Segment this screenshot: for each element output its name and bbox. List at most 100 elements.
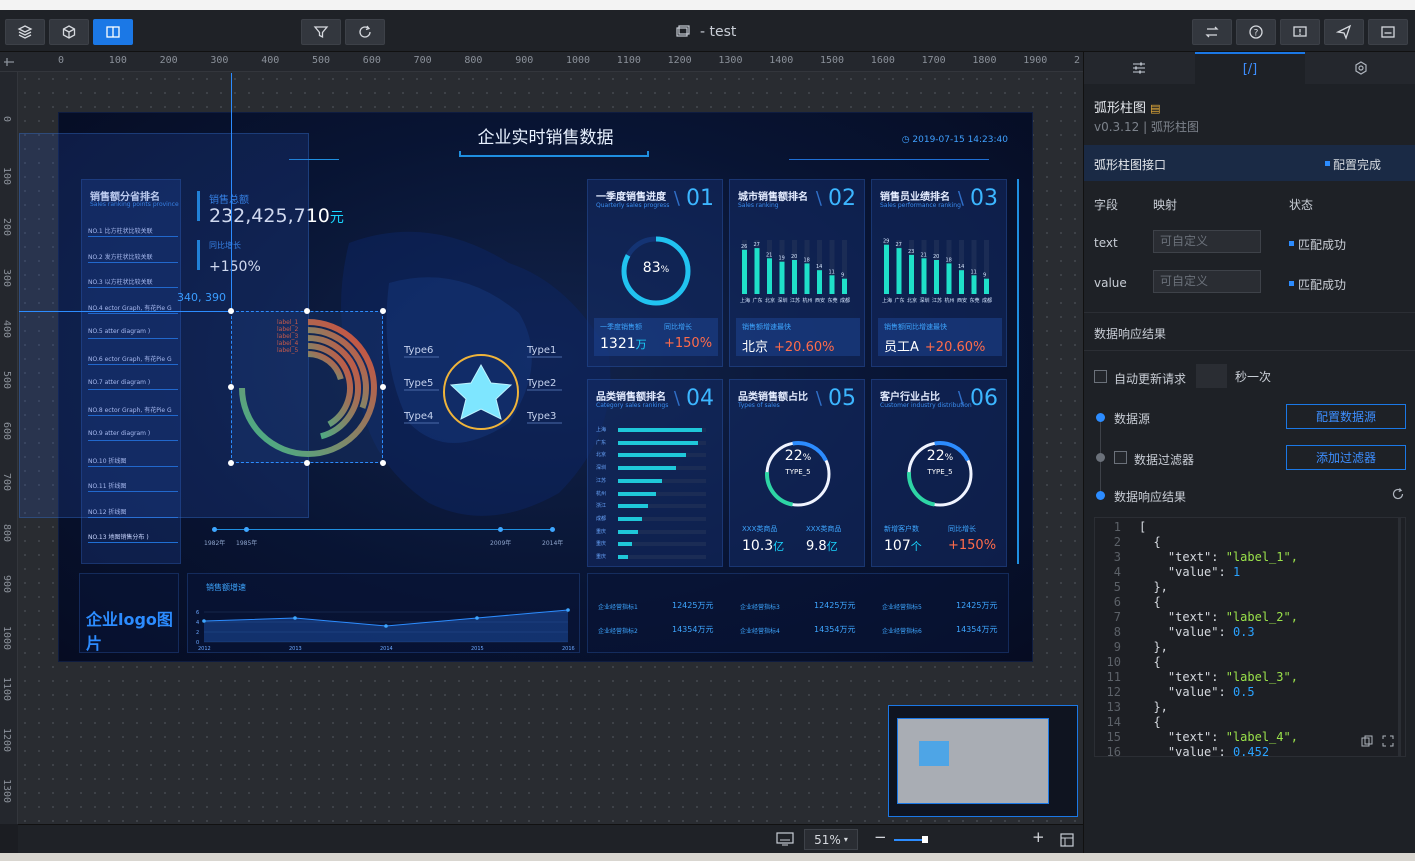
- components-icon[interactable]: [49, 19, 89, 45]
- zoom-select[interactable]: 51% ▾: [804, 829, 858, 850]
- zoom-value: 51%: [814, 832, 841, 847]
- resize-handle[interactable]: [228, 460, 234, 466]
- ring-percent-number: 83: [642, 260, 661, 276]
- title-decoration: [459, 151, 649, 157]
- keyboard-icon[interactable]: [776, 831, 794, 847]
- bar-value-label: 14: [958, 264, 964, 270]
- resize-handle[interactable]: [380, 384, 386, 390]
- resize-handle[interactable]: [304, 460, 310, 466]
- type-label: Type1: [526, 345, 556, 356]
- timeline-dot: [212, 527, 217, 532]
- resize-handle[interactable]: [380, 460, 386, 466]
- ring-percent-sign: %: [944, 453, 954, 463]
- preview-icon[interactable]: [1368, 19, 1408, 45]
- bar-category-label: 北京: [907, 297, 917, 304]
- fit-screen-icon[interactable]: [1060, 833, 1074, 847]
- line-number: 3: [1113, 550, 1121, 564]
- copy-icon[interactable]: [1361, 735, 1373, 747]
- tab-data[interactable]: [/]: [1195, 52, 1305, 84]
- type-label: Type2: [526, 378, 556, 389]
- auto-update-checkbox[interactable]: [1094, 370, 1107, 383]
- code-value: "label_3",: [1225, 670, 1298, 684]
- filter-checkbox[interactable]: [1114, 451, 1127, 464]
- panel-stats: XXX类商品 10.3亿 XXX类商品 9.8亿: [736, 520, 860, 558]
- timeline-dot: [550, 527, 555, 532]
- dashboard-screen[interactable]: 企业实时销售数据 ◷ 2019-07-15 14:23:40 销售额分省排名 S…: [19, 73, 1033, 662]
- ruler-toggle-icon[interactable]: [0, 52, 18, 72]
- panel-slash: \: [957, 188, 964, 209]
- sales-panel-04[interactable]: 品类销售额排名 Category sales rankings \ 04 上海 广东 北京深…: [587, 379, 723, 567]
- zoom-out-icon[interactable]: −: [874, 828, 887, 846]
- tab-interaction[interactable]: [1306, 52, 1415, 84]
- publish-icon[interactable]: [1192, 19, 1232, 45]
- trend-panel[interactable]: 销售额增速 6 4 2 0 2012 2013 2014 2015 2016: [187, 573, 580, 653]
- component-version: v0.3.12 | 弧形柱图: [1094, 120, 1199, 134]
- sales-panel-05[interactable]: 品类销售额占比 Types of sales \ 05 22% TYPE_5 XXX类商品 1…: [729, 379, 865, 567]
- resize-handle[interactable]: [380, 308, 386, 314]
- minimap[interactable]: [888, 705, 1078, 817]
- stat-number-2: 9.8: [806, 539, 827, 554]
- field-value-input[interactable]: 可自定义: [1153, 270, 1261, 293]
- top-toolbar: - test ?: [0, 10, 1415, 52]
- response-code-editor[interactable]: 1[2 {3 "text": "label_1", 4 "value": 15 }…: [1094, 517, 1406, 757]
- resize-handle[interactable]: [304, 308, 310, 314]
- panel-toggle-icon[interactable]: [93, 19, 133, 45]
- panel-subtitle: Category sales rankings: [596, 402, 669, 409]
- resize-handle[interactable]: [228, 308, 234, 314]
- bar-value-label: 21: [766, 252, 772, 258]
- send-icon[interactable]: [1324, 19, 1364, 45]
- category-label: 杭州: [596, 490, 607, 497]
- zoom-in-icon[interactable]: +: [1032, 828, 1045, 846]
- ring-percent-number: 22: [926, 448, 945, 464]
- bar-value-label: 29: [883, 239, 889, 245]
- project-title-text: - test: [700, 24, 737, 40]
- config-datasource-button[interactable]: 配置数据源: [1286, 404, 1406, 429]
- doc-icon[interactable]: ▤: [1150, 102, 1160, 115]
- filter-icon[interactable]: [301, 19, 341, 45]
- category-bar-fill: [618, 440, 698, 445]
- sales-panel-06[interactable]: 客户行业占比 Customer industry distribution \ 06 2…: [871, 379, 1007, 567]
- sales-panel-03[interactable]: 销售员业绩排名 Sales performance ranking \ 03 29 上海 2…: [871, 179, 1007, 367]
- line-number: 16: [1106, 745, 1121, 757]
- ruler-h-tick: 1300: [718, 55, 743, 66]
- radial-chart-selection[interactable]: label_1 label_2 label_3 label_4 label_5: [231, 311, 383, 463]
- trend-x-label: 2012: [198, 646, 211, 652]
- alert-icon[interactable]: [1280, 19, 1320, 45]
- fullscreen-icon[interactable]: [1382, 735, 1394, 747]
- stat-label-1: 销售额同比增速最快: [884, 323, 947, 331]
- province-list-item[interactable]: NO.13 地图销售分布 ): [88, 532, 178, 543]
- panel-number: 01: [686, 186, 714, 211]
- panel-title: 销售员业绩排名: [880, 192, 950, 203]
- add-filter-button[interactable]: 添加过滤器: [1286, 445, 1406, 470]
- tab-settings[interactable]: [1084, 52, 1194, 84]
- refresh-result-icon[interactable]: [1391, 487, 1405, 501]
- refresh-icon[interactable]: [345, 19, 385, 45]
- code-line: 3 "text": "label_1",: [1095, 550, 1298, 565]
- editor-canvas[interactable]: 企业实时销售数据 ◷ 2019-07-15 14:23:40 销售额分省排名 S…: [18, 72, 1083, 824]
- layers-icon[interactable]: [5, 19, 45, 45]
- sales-panel-01[interactable]: 一季度销售进度 Quarterly sales progress \ 01 83% 一季度…: [587, 179, 723, 367]
- ruler-h-tick: 1900: [1023, 55, 1048, 66]
- resize-handle[interactable]: [228, 384, 234, 390]
- minimap-viewport[interactable]: [897, 718, 1049, 804]
- interval-input[interactable]: [1196, 364, 1227, 388]
- datasource-label: 数据源: [1114, 412, 1151, 426]
- line-number: 14: [1106, 715, 1121, 729]
- bar-fill: [779, 261, 785, 294]
- field-text-input[interactable]: 可自定义: [1153, 230, 1261, 253]
- bar-value-label: 23: [908, 249, 914, 255]
- bar-value-label: 21: [921, 252, 927, 258]
- code-line: 16 "value": 0.452: [1095, 745, 1270, 757]
- kpi-label: 企业经营指标1: [598, 604, 638, 611]
- bar-value-label: 26: [741, 244, 747, 250]
- trend-y-label: 6: [196, 610, 199, 616]
- sales-panel-02[interactable]: 城市销售额排名 Sales ranking \ 02 26 上海 27 广东 21 北京 19 深圳 2…: [729, 179, 865, 367]
- zoom-slider-handle[interactable]: [922, 836, 928, 843]
- ruler-h-tick: 500: [312, 55, 331, 66]
- code-scrollbar[interactable]: [1398, 518, 1401, 756]
- help-icon[interactable]: ?: [1236, 19, 1276, 45]
